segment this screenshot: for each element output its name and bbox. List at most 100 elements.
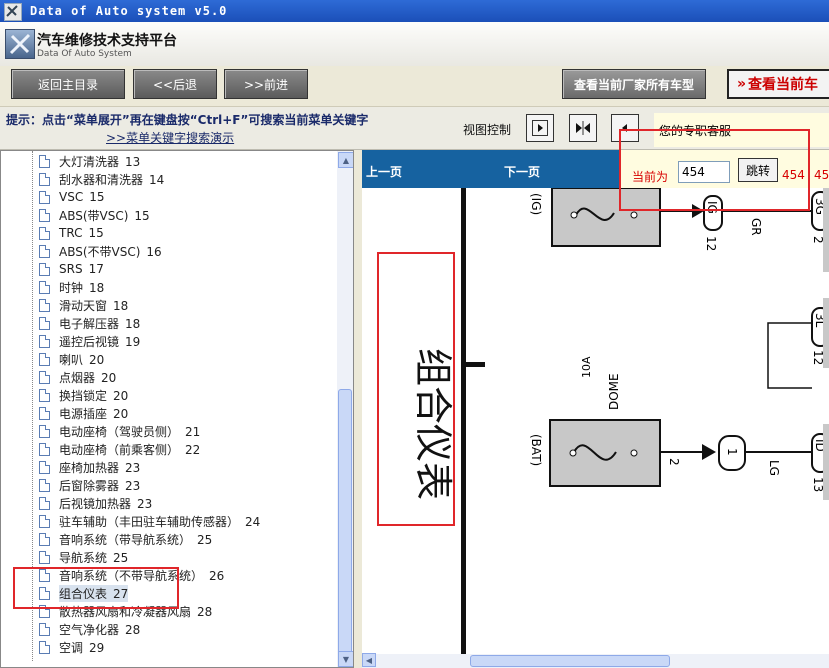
tree-item-text: 电动座椅（前乘客侧） xyxy=(59,442,180,457)
tree-item[interactable]: 喇叭 20 xyxy=(39,350,104,368)
tree-item-label: VSC 15 xyxy=(59,190,105,204)
tree-item-page: 15 xyxy=(134,208,150,223)
all-models-button[interactable]: 查看当前厂家所有车型 xyxy=(562,69,706,99)
scroll-up-icon[interactable]: ▲ xyxy=(338,152,353,168)
tree-item-label: 电子解压器 18 xyxy=(59,315,140,332)
bus-tap xyxy=(461,362,485,367)
fuse-name: DOME xyxy=(607,373,621,410)
annotation-box-title xyxy=(377,252,455,526)
prev-page-link[interactable]: 上一页 xyxy=(366,163,402,180)
tree-item-label: 喇叭 20 xyxy=(59,351,104,368)
document-icon xyxy=(39,406,50,420)
tree-item-page: 23 xyxy=(125,478,141,493)
tree-item[interactable]: 空调 29 xyxy=(39,638,104,656)
tree-item[interactable]: 滑动天窗 18 xyxy=(39,296,128,314)
document-icon xyxy=(39,478,50,492)
tree-item-text: 滑动天窗 xyxy=(59,298,108,313)
tree-item[interactable]: SRS 17 xyxy=(39,260,104,278)
tree-item-label: 遥控后视镜 19 xyxy=(59,333,140,350)
next-page-link[interactable]: 下一页 xyxy=(504,163,540,180)
tree-item-label: 后窗除雾器 23 xyxy=(59,477,140,494)
tree-item[interactable]: 座椅加热器 23 xyxy=(39,458,140,476)
tree-item[interactable]: TRC 15 xyxy=(39,224,104,242)
tree-item-label: 时钟 18 xyxy=(59,279,104,296)
document-icon xyxy=(39,514,50,528)
tree-item-text: 电子解压器 xyxy=(59,316,120,331)
wire-gr: GR xyxy=(749,218,763,236)
tree-scroll-thumb[interactable] xyxy=(338,389,352,661)
tree-item[interactable]: 驻车辅助（丰田驻车辅助传感器） 24 xyxy=(39,512,260,530)
tree-item[interactable]: 电源插座 20 xyxy=(39,404,128,422)
document-icon xyxy=(39,262,50,276)
document-icon xyxy=(39,550,50,564)
diagram-hscrollbar[interactable]: ◀ xyxy=(362,653,829,668)
view-expand-button[interactable] xyxy=(526,114,554,142)
tree-item-text: 电动座椅（驾驶员侧） xyxy=(59,424,180,439)
tree-item-text: 喇叭 xyxy=(59,352,84,367)
view-split-button[interactable] xyxy=(569,114,597,142)
conn-1-label: 1 xyxy=(725,448,739,456)
tree-item[interactable]: 后视镜加热器 23 xyxy=(39,494,152,512)
tree-item[interactable]: 后窗除雾器 23 xyxy=(39,476,140,494)
tree-item-page: 20 xyxy=(113,388,129,403)
tree-item-page: 16 xyxy=(146,244,162,259)
bus-line xyxy=(461,188,466,654)
tree-item[interactable]: 电动座椅（前乘客侧） 22 xyxy=(39,440,200,458)
document-icon xyxy=(39,172,50,186)
pin-2b: 2 xyxy=(811,236,825,244)
tree-item[interactable]: 音响系统（带导航系统） 25 xyxy=(39,530,212,548)
tree-item-text: SRS xyxy=(59,262,83,276)
double-chevron-icon: » xyxy=(737,76,747,92)
tree-item[interactable]: 大灯清洗器 13 xyxy=(39,152,140,170)
document-icon xyxy=(39,442,50,456)
pin-12b: 12 xyxy=(811,350,825,365)
tree-item-text: VSC xyxy=(59,190,84,204)
tree-item-page: 17 xyxy=(88,262,104,276)
tree-item[interactable]: 空气净化器 28 xyxy=(39,620,140,638)
tree-item-text: 驻车辅助（丰田驻车辅助传感器） xyxy=(59,514,240,529)
tree-item-label: SRS 17 xyxy=(59,262,104,276)
tree-item-page: 29 xyxy=(89,640,105,655)
tree-item-text: 空调 xyxy=(59,640,84,655)
search-demo-link[interactable]: >>菜单关键字搜索演示 xyxy=(106,129,234,146)
tree-item-page: 26 xyxy=(209,568,225,583)
document-icon xyxy=(39,154,50,168)
tree-item[interactable]: ABS(不带VSC) 16 xyxy=(39,242,162,260)
tree-item-page: 22 xyxy=(185,442,201,457)
scroll-left-icon[interactable]: ◀ xyxy=(362,653,376,667)
tree-item[interactable]: ABS(带VSC) 15 xyxy=(39,206,150,224)
diagram-hscroll-thumb[interactable] xyxy=(470,655,670,667)
document-icon xyxy=(39,388,50,402)
document-icon xyxy=(39,280,50,294)
tree-item[interactable]: 遥控后视镜 19 xyxy=(39,332,140,350)
tree-item[interactable]: 电子解压器 18 xyxy=(39,314,140,332)
tree-item-text: TRC xyxy=(59,226,83,240)
tree-item[interactable]: 电动座椅（驾驶员侧） 21 xyxy=(39,422,200,440)
tree-item-text: 导航系统 xyxy=(59,550,108,565)
document-icon xyxy=(39,460,50,474)
back-button[interactable]: <<后退 xyxy=(133,69,217,99)
tree-item[interactable]: 换挡锁定 20 xyxy=(39,386,128,404)
forward-button[interactable]: >>前进 xyxy=(224,69,308,99)
tree-item-label: 换挡锁定 20 xyxy=(59,387,128,404)
total-pages-clipped: 45 xyxy=(814,168,829,182)
document-icon xyxy=(39,226,50,240)
tree-item-page: 13 xyxy=(125,154,141,169)
tree-item[interactable]: 时钟 18 xyxy=(39,278,104,296)
tree-item-label: 点烟器 20 xyxy=(59,369,116,386)
tree-item[interactable]: 点烟器 20 xyxy=(39,368,116,386)
tree-item-label: 电源插座 20 xyxy=(59,405,128,422)
current-model-button[interactable]: » 查看当前车 xyxy=(727,69,829,99)
pin-2: 2 xyxy=(667,458,681,466)
tree-item-page: 24 xyxy=(245,514,261,529)
tree-item-text: 电源插座 xyxy=(59,406,108,421)
app-icon xyxy=(4,3,22,21)
document-icon xyxy=(39,334,50,348)
tree-item[interactable]: 刮水器和清洗器 14 xyxy=(39,170,164,188)
scroll-down-icon[interactable]: ▼ xyxy=(338,651,353,667)
tree-item[interactable]: VSC 15 xyxy=(39,188,105,206)
home-button[interactable]: 返回主目录 xyxy=(11,69,125,99)
document-icon xyxy=(39,352,50,366)
tree-item-label: 导航系统 25 xyxy=(59,549,128,566)
tree-item[interactable]: 导航系统 25 xyxy=(39,548,128,566)
